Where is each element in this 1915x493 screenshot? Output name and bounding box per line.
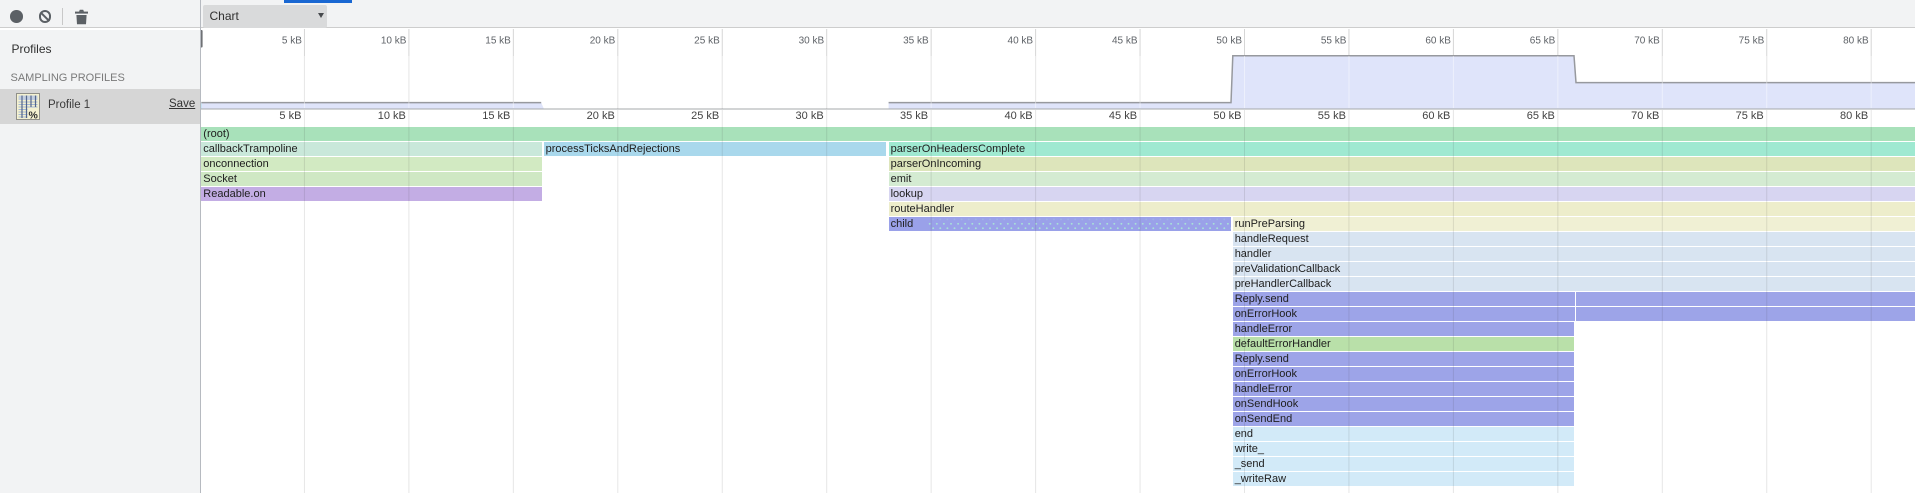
svg-text:35 kB: 35 kB	[903, 36, 929, 47]
svg-text:50 kB: 50 kB	[1216, 36, 1242, 47]
svg-text:25 kB: 25 kB	[694, 36, 720, 47]
svg-text:40 kB: 40 kB	[1008, 36, 1034, 47]
svg-text:20 kB: 20 kB	[590, 36, 616, 47]
svg-text:70 kB: 70 kB	[1634, 36, 1660, 47]
svg-text:55 kB: 55 kB	[1321, 36, 1347, 47]
svg-text:80 kB: 80 kB	[1843, 36, 1869, 47]
svg-text:75 kB: 75 kB	[1739, 36, 1765, 47]
svg-text:5 kB: 5 kB	[282, 36, 302, 47]
svg-text:30 kB: 30 kB	[799, 36, 825, 47]
svg-text:65 kB: 65 kB	[1530, 36, 1556, 47]
svg-text:%: %	[29, 109, 39, 120]
svg-text:60 kB: 60 kB	[1425, 36, 1451, 47]
svg-text:15 kB: 15 kB	[485, 36, 511, 47]
svg-text:45 kB: 45 kB	[1112, 36, 1138, 47]
svg-text:10 kB: 10 kB	[381, 36, 407, 47]
